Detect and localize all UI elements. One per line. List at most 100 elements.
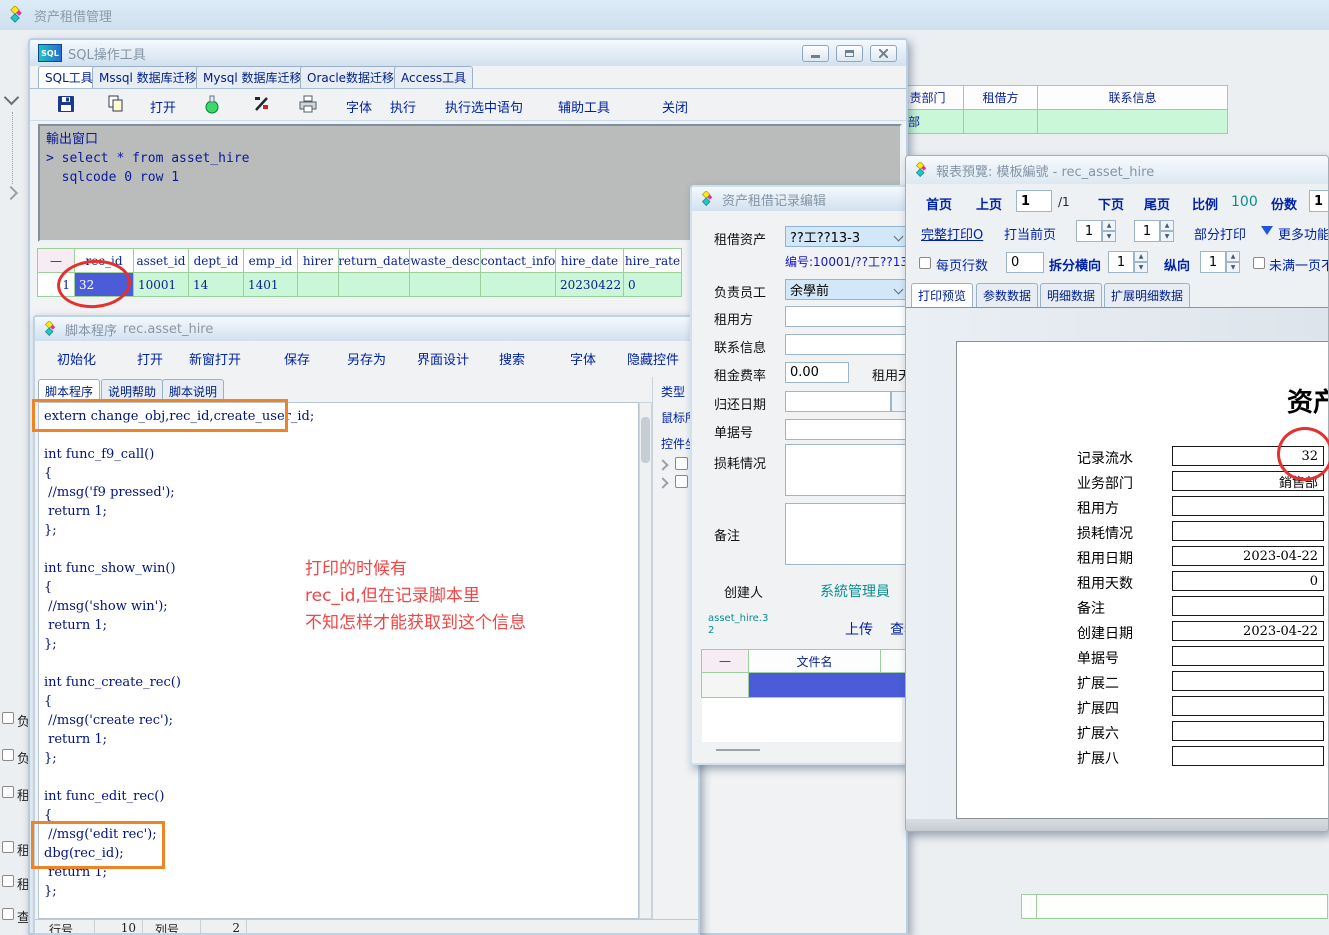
col-contact-info[interactable]: contact_info — [480, 248, 556, 273]
tree-expander-1[interactable] — [659, 461, 667, 469]
hide-controls-button[interactable]: 隐藏控件 — [627, 349, 679, 368]
restore-button[interactable] — [836, 45, 863, 62]
tab-ext-detail-data[interactable]: 扩展明细数据 — [1104, 283, 1190, 307]
col-hirer[interactable]: hirer — [297, 248, 339, 273]
report-titlebar[interactable]: 報表預覽: 模板編號 - rec_asset_hire — [906, 156, 1328, 184]
tab-mssql-migrate[interactable]: Mssql 数据库迁移 — [92, 66, 204, 88]
tab-mysql-migrate[interactable]: Mysql 数据库迁移 — [196, 66, 308, 88]
print-to-spinner[interactable]: 1 ▲▼ — [1134, 220, 1174, 242]
partial-print-link[interactable]: 部分打印 — [1194, 224, 1246, 243]
spin-up-icon[interactable]: ▲ — [1160, 220, 1174, 231]
spin-down-icon[interactable]: ▼ — [1134, 262, 1148, 273]
contact-input[interactable] — [785, 334, 907, 355]
bg-cell-contact[interactable] — [1037, 109, 1228, 134]
bg-table-row[interactable]: 銷售部 — [880, 109, 1228, 134]
bg-cell-hirer[interactable] — [963, 109, 1038, 134]
tab-detail-data[interactable]: 明细数据 — [1040, 283, 1102, 307]
tree-checkbox-1[interactable] — [675, 457, 688, 470]
col-hire-rate[interactable]: hire_rate — [623, 248, 682, 273]
cut-button[interactable] — [252, 94, 272, 118]
rows-per-page-checkbox[interactable] — [919, 257, 931, 269]
tab-sql-tools[interactable]: SQL工具 — [38, 66, 100, 88]
code-scrollbar[interactable] — [639, 402, 652, 919]
col-waste-desc[interactable]: waste_desc — [409, 248, 481, 273]
print-from-arrows[interactable]: ▲▼ — [1102, 220, 1116, 242]
open-script-button[interactable]: 打开 — [137, 349, 163, 368]
note-textarea[interactable] — [785, 503, 907, 565]
file-cell-minus[interactable] — [701, 672, 749, 698]
flask-button[interactable] — [202, 94, 222, 118]
col-dept-id[interactable]: dept_id — [188, 248, 244, 273]
file-col-minus[interactable]: — — [701, 649, 749, 673]
save-script-button[interactable]: 保存 — [284, 349, 310, 368]
side-type-label[interactable]: 类型 — [661, 383, 685, 400]
split-h-spinner[interactable]: 1 ▲▼ — [1108, 251, 1148, 273]
cell-dept-id[interactable]: 14 — [188, 272, 244, 297]
bg-bottom-cell-2[interactable] — [1036, 894, 1328, 919]
font-button[interactable]: 字体 — [346, 97, 372, 116]
edit-titlebar[interactable]: 资产租借记录编辑 — [692, 187, 906, 211]
last-page-button[interactable]: 尾页 — [1144, 194, 1170, 213]
rows-per-page-input[interactable]: 0 — [1006, 252, 1044, 273]
ui-design-button[interactable]: 界面设计 — [417, 349, 469, 368]
col-hire-date[interactable]: hire_date — [555, 248, 624, 273]
spin-up-icon[interactable]: ▲ — [1226, 251, 1240, 262]
split-v-arrows[interactable]: ▲▼ — [1226, 251, 1240, 273]
cell-contact-info[interactable] — [480, 272, 556, 297]
open-new-window-button[interactable]: 新窗打开 — [189, 349, 241, 368]
wear-textarea[interactable] — [785, 444, 907, 496]
print-button[interactable] — [298, 94, 318, 118]
close-button[interactable] — [870, 45, 897, 62]
split-v-value[interactable]: 1 — [1200, 251, 1226, 273]
upload-link[interactable]: 上传 — [845, 619, 873, 639]
init-button[interactable]: 初始化 — [57, 349, 96, 368]
font-script-button[interactable]: 字体 — [570, 349, 596, 368]
doc-no-input[interactable] — [785, 419, 907, 440]
split-h-value[interactable]: 1 — [1108, 251, 1134, 273]
sql-titlebar[interactable]: SQL SQL操作工具 — [30, 40, 906, 66]
minimize-button[interactable] — [802, 45, 829, 62]
print-from-value[interactable]: 1 — [1076, 220, 1102, 242]
full-print-link[interactable]: 完整打印O — [921, 224, 983, 243]
run-button[interactable]: 执行 — [390, 97, 416, 116]
left-collapse-down[interactable] — [6, 92, 17, 103]
file-table-row[interactable] — [702, 672, 908, 698]
tree-checkbox-2[interactable] — [675, 475, 688, 488]
hirer-input[interactable] — [785, 306, 907, 327]
result-grid-row[interactable]: 1 32 10001 14 1401 20230422 0 — [38, 272, 682, 297]
page-number-input[interactable]: 1 — [1016, 190, 1052, 212]
cell-hirer[interactable] — [297, 272, 339, 297]
close-tool-button[interactable]: 关闭 — [662, 97, 688, 116]
spin-down-icon[interactable]: ▼ — [1226, 262, 1240, 273]
tab-access-tools[interactable]: Access工具 — [394, 66, 473, 88]
split-v-spinner[interactable]: 1 ▲▼ — [1200, 251, 1240, 273]
cell-emp-id[interactable]: 1401 — [243, 272, 298, 297]
col-return-date[interactable]: return_date — [338, 248, 410, 273]
print-to-value[interactable]: 1 — [1134, 220, 1160, 242]
cell-waste-desc[interactable] — [409, 272, 481, 297]
file-cell-selected[interactable] — [748, 672, 908, 698]
search-button[interactable]: 搜索 — [499, 349, 525, 368]
tree-expander-2[interactable] — [659, 479, 667, 487]
cell-return-date[interactable] — [338, 272, 410, 297]
open-button[interactable]: 打开 — [150, 97, 176, 116]
left-collapse-right[interactable] — [6, 188, 16, 198]
spin-down-icon[interactable]: ▼ — [1160, 231, 1174, 242]
cell-asset-id[interactable]: 10001 — [133, 272, 189, 297]
save-as-button[interactable]: 另存为 — [347, 349, 386, 368]
col-emp-id[interactable]: emp_id — [243, 248, 298, 273]
file-col-name[interactable]: 文件名 — [748, 649, 881, 673]
aux-tools-button[interactable]: 辅助工具 — [558, 97, 610, 116]
spin-up-icon[interactable]: ▲ — [1102, 220, 1116, 231]
copy-button[interactable] — [106, 94, 126, 118]
col-asset-id[interactable]: asset_id — [133, 248, 189, 273]
next-page-button[interactable]: 下页 — [1098, 194, 1124, 213]
rate-input[interactable]: 0.00 — [785, 362, 849, 383]
prev-page-button[interactable]: 上页 — [976, 194, 1002, 213]
print-from-spinner[interactable]: 1 ▲▼ — [1076, 220, 1116, 242]
print-current-link[interactable]: 打当前页 — [1004, 224, 1056, 243]
resize-handle[interactable] — [716, 749, 760, 751]
asset-combo[interactable]: ??工??13-3 — [785, 226, 907, 247]
tab-oracle-migrate[interactable]: Oracle数据迁移 — [300, 66, 401, 88]
script-titlebar[interactable]: 脚本程序 rec.asset_hire — [35, 317, 698, 341]
